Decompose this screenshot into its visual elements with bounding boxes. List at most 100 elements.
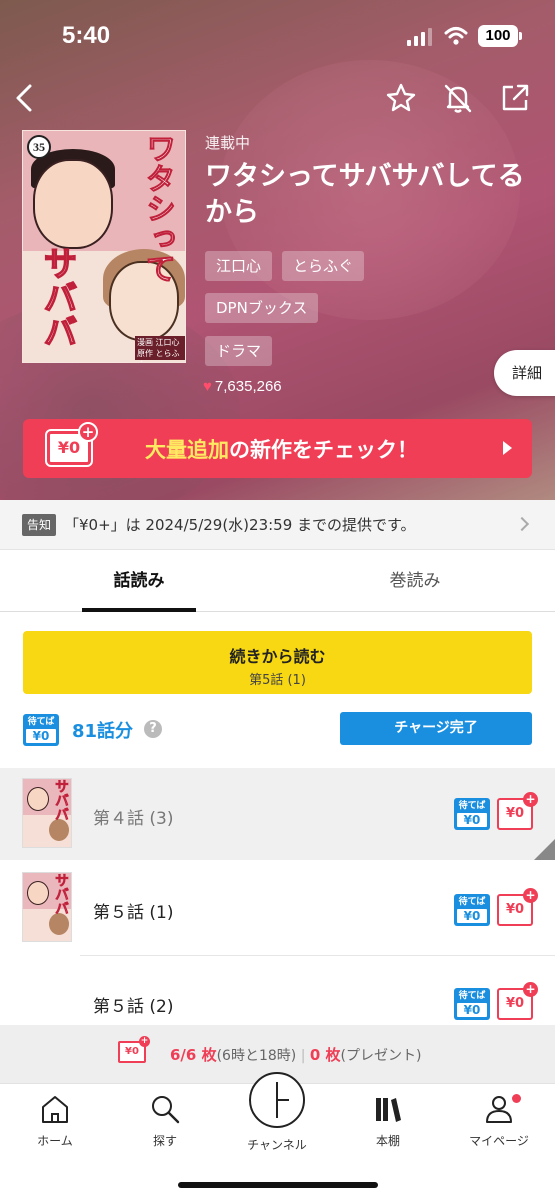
banner-highlight: 大量追加 [145,438,229,462]
wait-free-count: 81話分 [72,721,134,742]
banner-badge-label: ¥0 [57,438,81,457]
yen-zero-plus-icon: ¥0 + [45,422,98,467]
search-icon [152,1096,180,1124]
wait-free-badge-bottom: ¥0 [457,909,487,923]
status-time: 5:40 [62,22,111,49]
tab-bookshelf[interactable]: 本棚 [333,1092,443,1149]
tag-author[interactable]: 江口心 [205,251,273,281]
thumbnail-title: サババ [53,779,70,821]
book-meta: 連載中 ワタシってサバサバしてるから [205,132,535,231]
free-badge-label: ¥0 [505,902,525,917]
play-arrow-icon [503,441,512,455]
share-icon [502,84,529,111]
read-mode-tabs: 話読み 巻読み [0,550,555,612]
likes-value: 7,635,266 [214,378,282,395]
status-bar: 5:40 100 [0,0,555,72]
promo-banner[interactable]: ¥0 + 大量追加の新作をチェック！ [23,419,532,478]
favorite-button[interactable] [383,80,419,116]
star-icon [386,83,416,112]
ticket-icon: ¥0 + [118,1036,150,1063]
active-tab-indicator [82,608,196,612]
tab-volume-read[interactable]: 巻読み [358,550,472,612]
notification-dot [512,1094,521,1103]
episode-row[interactable]: サババ 第４話 (3) 待てば ¥0 ¥0 + [0,768,555,860]
ticket-text: 6/6 枚(6時と18時) | 0 枚(プレゼント) [170,1044,421,1065]
wait-free-badge-top: 待てば [27,717,55,727]
episode-title: 第５話 (1) [93,903,174,923]
wifi-icon [444,27,468,45]
serial-status: 連載中 [205,134,251,152]
read-marker [534,839,555,860]
tag-original-author[interactable]: とらふぐ [282,251,365,281]
book-cover: 35 ワタシって サババ 漫画 江口心 原作 とらふぐ [22,130,186,363]
episode-thumbnail: サババ [22,872,72,942]
charge-complete-button[interactable]: チャージ完了 [340,712,532,745]
tab-mypage[interactable]: マイページ [444,1092,554,1149]
home-icon [42,1096,68,1123]
cover-character-face [33,159,113,249]
yen-zero-plus-icon: ¥0 + [497,792,538,830]
banner-text: 大量追加の新作をチェック！ [145,434,418,464]
free-badge-label: ¥0 [505,806,525,821]
present-count: 0 枚 [309,1046,341,1064]
notice-label: 告知 [22,514,57,536]
bookshelf-icon [376,1098,401,1122]
yen-zero-plus-icon: ¥0 + [497,982,538,1020]
user-icon [486,1096,512,1123]
home-indicator [178,1182,378,1188]
battery-icon: 100 [478,25,522,47]
yen-zero-plus-icon: ¥0 + [497,888,538,926]
back-button[interactable] [8,80,44,116]
book-title: ワタシってサバサバしてるから [205,161,525,228]
cover-volume-number: 35 [27,135,51,159]
tag-publisher[interactable]: DPNブックス [205,293,319,323]
present-note: (プレゼント) [340,1048,422,1064]
continue-reading-button[interactable]: 続きから読む 第5話 (1) [23,631,532,694]
tab-channel[interactable]: チャンネル [222,1130,332,1153]
chevron-left-icon [16,84,32,112]
cover-title-top: ワタシって [140,133,176,284]
tab-home-label: ホーム [37,1134,73,1148]
plus-icon: + [523,888,538,903]
tab-search-label: 探す [152,1134,177,1148]
tab-episode-read[interactable]: 話読み [82,550,196,612]
episode-title: 第５話 (2) [93,997,174,1017]
notice-text: 「¥0+」は 2024/5/29(水)23:59 までの提供です。 [64,516,416,534]
heart-icon: ♥ [203,378,212,395]
tab-channel-label: チャンネル [247,1138,307,1152]
banner-text-rest: の新作をチェック！ [229,438,418,462]
continue-label: 続きから読む [229,647,326,666]
wait-free-badge-top: 待てば [458,991,486,1001]
notice-bar[interactable]: 告知 「¥0+」は 2024/5/29(水)23:59 までの提供です。 [0,500,555,550]
wait-free-icon: 待てば ¥0 [23,714,59,746]
wait-free-badge-top: 待てば [458,897,486,907]
episode-row[interactable]: サババ 第５話 (1) 待てば ¥0 ¥0 + [0,862,555,954]
ticket-note: (6時と18時) [216,1048,297,1064]
cover-credit: 漫画 江口心 原作 とらふぐ [135,336,185,362]
share-button[interactable] [497,80,533,116]
free-badge-label: ¥0 [505,996,525,1011]
chevron-right-icon [514,516,530,532]
wait-free-icon: 待てば ¥0 [454,988,490,1020]
tab-search[interactable]: 探す [110,1092,220,1149]
channel-icon[interactable] [249,1072,305,1128]
tag-genre[interactable]: ドラマ [205,336,273,366]
bell-off-icon [444,84,472,113]
ticket-separator: | [300,1048,306,1064]
episode-thumbnail: サババ [22,778,72,848]
tab-home[interactable]: ホーム [0,1092,110,1149]
episode-title: 第４話 (3) [93,809,174,829]
wait-free-badge-bottom: ¥0 [457,813,487,827]
wait-free-icon: 待てば ¥0 [454,894,490,926]
wait-free-badge-bottom: ¥0 [26,729,56,743]
wait-free-badge-bottom: ¥0 [457,1003,487,1017]
help-icon[interactable]: ? [144,720,162,738]
ticket-badge-label: ¥0 [125,1046,139,1057]
plus-icon: + [523,982,538,997]
notification-button[interactable] [440,80,476,116]
likes-count: ♥ 7,635,266 [203,378,282,395]
wait-free-icon: 待てば ¥0 [454,798,490,830]
detail-button[interactable]: 詳細 [494,350,555,396]
plus-icon: + [523,792,538,807]
wait-free-badge-top: 待てば [458,801,486,811]
